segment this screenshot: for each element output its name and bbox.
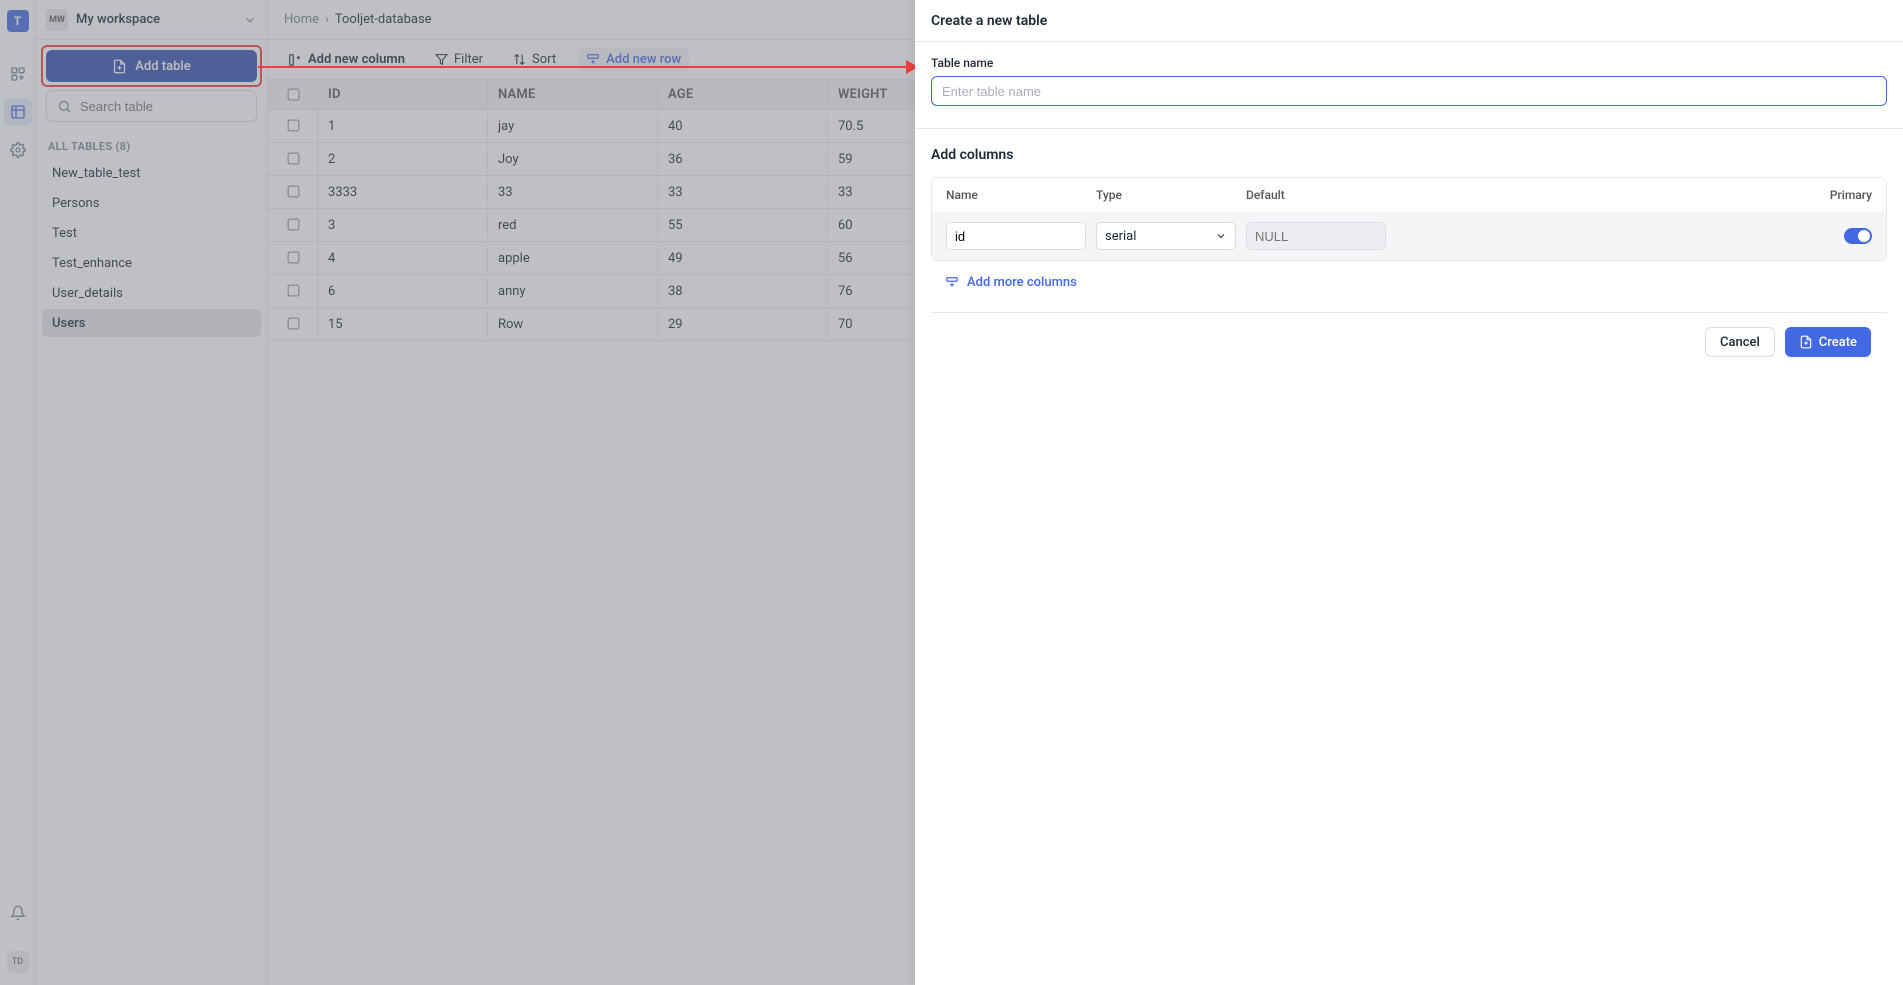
row-checkbox[interactable] xyxy=(268,110,318,142)
search-table-field[interactable] xyxy=(78,98,258,115)
cell-id: 15 xyxy=(318,311,488,338)
cell-id: 6 xyxy=(318,278,488,305)
cell-age: 55 xyxy=(658,212,828,239)
sort-label: Sort xyxy=(532,52,556,67)
search-table-input[interactable] xyxy=(46,90,257,122)
column-header[interactable]: NAME xyxy=(488,81,658,108)
cell-age: 49 xyxy=(658,245,828,272)
cell-name: Joy xyxy=(488,146,658,173)
table-list: New_table_testPersonsTestTest_enhanceUse… xyxy=(36,159,267,337)
workspace-switcher[interactable]: MW My workspace xyxy=(36,0,267,40)
table-item[interactable]: Persons xyxy=(42,189,261,217)
column-plus-icon xyxy=(288,53,302,67)
search-icon xyxy=(57,99,72,114)
settings-icon[interactable] xyxy=(4,136,32,164)
add-column-label: Add new column xyxy=(308,52,405,67)
chevron-down-icon xyxy=(1215,230,1227,242)
row-checkbox[interactable] xyxy=(268,209,318,241)
col-header-primary: Primary xyxy=(1396,188,1872,202)
table-item[interactable]: Test_enhance xyxy=(42,249,261,277)
annotation-arrow xyxy=(258,66,912,68)
sort-icon xyxy=(513,53,526,66)
file-plus-icon xyxy=(1799,335,1813,349)
drawer-header: Create a new table xyxy=(915,0,1903,42)
row-checkbox[interactable] xyxy=(268,143,318,175)
breadcrumb-home[interactable]: Home xyxy=(284,12,319,27)
nav-rail: T TD xyxy=(0,0,36,985)
row-checkbox[interactable] xyxy=(268,275,318,307)
cell-name: Row xyxy=(488,311,658,338)
row-plus-icon xyxy=(586,53,600,67)
cell-name: 33 xyxy=(488,179,658,206)
add-columns-title: Add columns xyxy=(931,147,1887,163)
cancel-label: Cancel xyxy=(1720,335,1760,350)
table-name-input[interactable] xyxy=(931,76,1887,106)
file-plus-icon xyxy=(112,59,127,74)
add-table-button[interactable]: Add table xyxy=(46,50,257,82)
apps-icon[interactable] xyxy=(4,60,32,88)
all-tables-label: ALL TABLES (8) xyxy=(36,122,267,159)
filter-icon xyxy=(435,53,448,66)
table-item[interactable]: New_table_test xyxy=(42,159,261,187)
col-header-default: Default xyxy=(1246,188,1386,202)
col-type-select[interactable]: serial xyxy=(1096,222,1236,250)
cell-id: 1 xyxy=(318,113,488,140)
user-avatar[interactable]: TD xyxy=(7,951,29,973)
table-item[interactable]: Users xyxy=(42,309,261,337)
add-more-columns-button[interactable]: Add more columns xyxy=(945,275,1887,290)
cancel-button[interactable]: Cancel xyxy=(1705,327,1775,357)
sidebar: MW My workspace Add table ALL TABLES (8)… xyxy=(36,0,268,985)
cell-age: 40 xyxy=(658,113,828,140)
cell-name: red xyxy=(488,212,658,239)
col-type-value: serial xyxy=(1105,229,1136,244)
workspace-badge: MW xyxy=(46,9,68,31)
breadcrumb-separator: › xyxy=(325,12,329,27)
workspace-name: My workspace xyxy=(76,12,235,27)
table-name-label: Table name xyxy=(931,56,1887,70)
row-plus-icon xyxy=(945,276,959,290)
col-default-input xyxy=(1246,222,1386,250)
cell-id: 4 xyxy=(318,245,488,272)
row-checkbox[interactable] xyxy=(268,308,318,340)
row-checkbox[interactable] xyxy=(268,242,318,274)
cell-id: 3 xyxy=(318,212,488,239)
add-row-label: Add new row xyxy=(606,52,681,67)
cell-id: 3333 xyxy=(318,179,488,206)
column-header[interactable]: ID xyxy=(318,81,488,108)
cell-name: jay xyxy=(488,113,658,140)
col-primary-toggle[interactable] xyxy=(1844,228,1872,244)
app-logo[interactable]: T xyxy=(7,10,29,32)
select-all-checkbox[interactable] xyxy=(268,80,318,111)
cell-age: 36 xyxy=(658,146,828,173)
cell-name: apple xyxy=(488,245,658,272)
columns-form: Name Type Default Primary serial xyxy=(931,177,1887,261)
cell-name: anny xyxy=(488,278,658,305)
create-button[interactable]: Create xyxy=(1785,327,1871,357)
breadcrumb-page: Tooljet-database xyxy=(335,12,432,27)
notifications-icon[interactable] xyxy=(4,899,32,927)
column-header[interactable]: AGE xyxy=(658,81,828,108)
cell-age: 38 xyxy=(658,278,828,305)
create-table-drawer: Create a new table Table name Add column… xyxy=(915,0,1903,985)
add-table-label: Add table xyxy=(135,59,190,74)
table-item[interactable]: Test xyxy=(42,219,261,247)
section-divider xyxy=(915,128,1903,129)
create-label: Create xyxy=(1819,335,1857,350)
filter-label: Filter xyxy=(454,52,483,67)
col-header-type: Type xyxy=(1096,188,1236,202)
chevron-down-icon xyxy=(243,13,257,27)
col-name-input[interactable] xyxy=(946,222,1086,250)
table-item[interactable]: User_details xyxy=(42,279,261,307)
cell-age: 33 xyxy=(658,179,828,206)
add-more-columns-label: Add more columns xyxy=(967,275,1077,290)
database-icon[interactable] xyxy=(4,98,32,126)
cell-id: 2 xyxy=(318,146,488,173)
drawer-title: Create a new table xyxy=(931,13,1047,29)
row-checkbox[interactable] xyxy=(268,176,318,208)
cell-age: 29 xyxy=(658,311,828,338)
col-header-name: Name xyxy=(946,188,1086,202)
